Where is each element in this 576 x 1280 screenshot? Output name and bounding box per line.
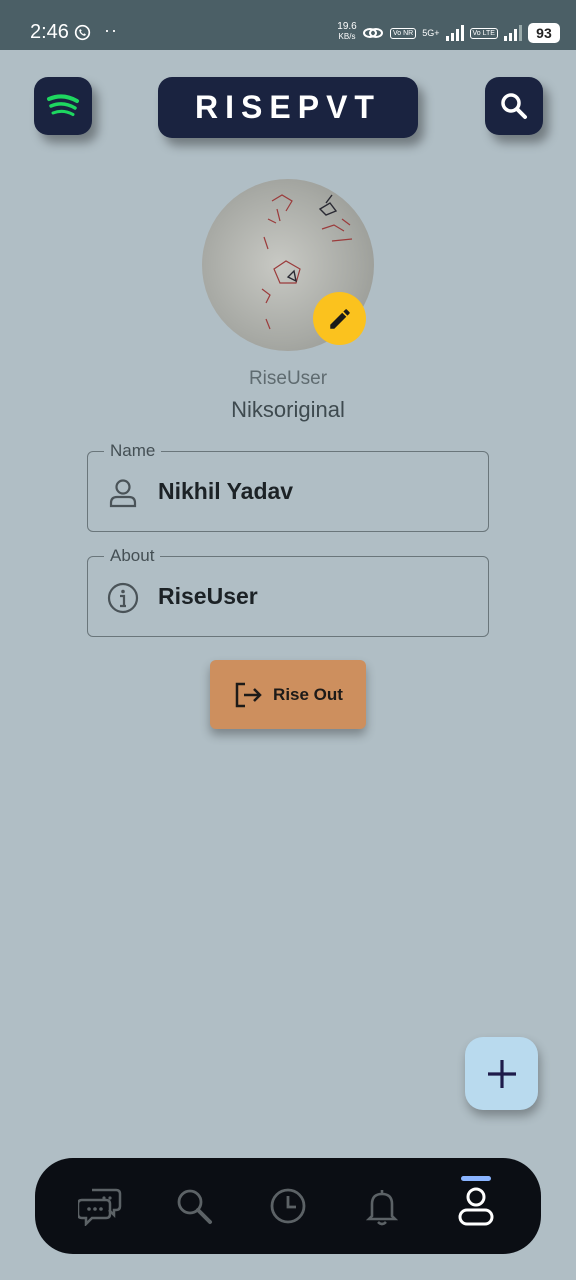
logout-icon bbox=[235, 682, 262, 707]
volte-nr-badge: Vo NR bbox=[390, 27, 417, 39]
search-icon bbox=[177, 1189, 212, 1224]
nav-history[interactable] bbox=[243, 1158, 333, 1254]
clock-icon bbox=[270, 1188, 306, 1224]
status-time: 2:46 bbox=[30, 21, 69, 43]
status-bar: 2:46 ·· 19.6 KB/s Vo NR 5G+ Vo LTE 93 bbox=[0, 0, 576, 50]
about-field-label: About bbox=[104, 546, 161, 566]
chat-icon bbox=[78, 1188, 122, 1226]
signal-icon-2 bbox=[503, 25, 522, 41]
name-field-label: Name bbox=[104, 441, 162, 461]
bottom-navigation bbox=[35, 1158, 541, 1254]
add-button[interactable] bbox=[465, 1037, 538, 1110]
name-field-value: Nikhil Yadav bbox=[158, 478, 294, 504]
volte-lte-badge: Vo LTE bbox=[469, 27, 498, 39]
wifi-calling-icon bbox=[74, 24, 91, 41]
bell-icon bbox=[365, 1190, 399, 1226]
signal-icon bbox=[445, 25, 464, 41]
nav-search[interactable] bbox=[149, 1158, 239, 1254]
pencil-icon bbox=[329, 308, 350, 329]
name-field[interactable]: Name Nikhil Yadav bbox=[87, 441, 489, 532]
hotspot-link-icon bbox=[363, 28, 383, 38]
rise-out-button[interactable]: Rise Out bbox=[210, 660, 366, 729]
status-indicators: Vo NR 5G+ Vo LTE 93 bbox=[362, 22, 560, 44]
spotify-icon bbox=[47, 94, 79, 116]
network-speed-value: 19.6 bbox=[337, 21, 357, 32]
spotify-button[interactable] bbox=[34, 77, 92, 135]
rise-out-label: Rise Out bbox=[273, 684, 343, 704]
plus-icon bbox=[487, 1059, 516, 1088]
network-5g-label: 5G+ bbox=[422, 28, 440, 38]
search-icon bbox=[501, 93, 527, 119]
battery-indicator: 93 bbox=[527, 23, 560, 43]
notification-dots: ·· bbox=[104, 20, 118, 40]
edit-avatar-button[interactable] bbox=[313, 292, 366, 345]
profile-icon bbox=[458, 1187, 494, 1226]
profile-username: RiseUser bbox=[248, 368, 328, 389]
app-title: RISEPVT bbox=[158, 77, 418, 138]
person-icon bbox=[109, 479, 137, 508]
search-button[interactable] bbox=[485, 77, 543, 135]
network-speed-unit: KB/s bbox=[338, 32, 356, 41]
profile-handle: Niksoriginal bbox=[231, 397, 345, 422]
about-field[interactable]: About RiseUser bbox=[87, 546, 489, 637]
about-field-value: RiseUser bbox=[158, 583, 258, 609]
nav-chats[interactable] bbox=[55, 1158, 145, 1254]
nav-profile[interactable] bbox=[431, 1158, 521, 1254]
info-icon bbox=[107, 582, 139, 614]
nav-notifications[interactable] bbox=[337, 1158, 427, 1254]
network-speed: 19.6 KB/s bbox=[334, 22, 360, 42]
